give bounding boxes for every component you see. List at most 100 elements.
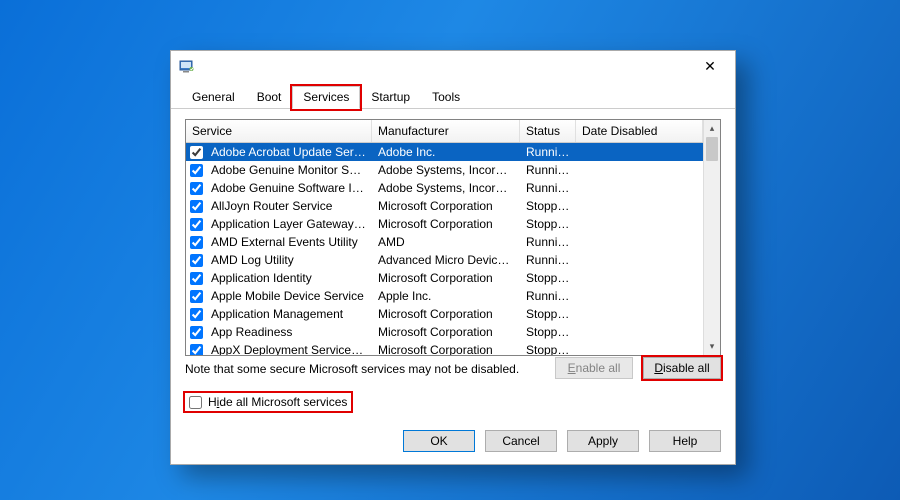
service-name: Application Identity xyxy=(205,270,318,286)
tab-bar: General Boot Services Startup Tools xyxy=(171,81,735,109)
row-checkbox[interactable] xyxy=(190,236,203,249)
table-row[interactable]: AMD External Events Utility AMDRunning xyxy=(186,233,703,251)
service-name: Adobe Genuine Monitor Service xyxy=(205,162,372,178)
row-checkbox[interactable] xyxy=(190,200,203,213)
table-row[interactable]: AppX Deployment Service (AppX...Microsof… xyxy=(186,341,703,355)
close-button[interactable]: ✕ xyxy=(695,58,725,75)
date-disabled-cell xyxy=(576,205,703,207)
row-checkbox[interactable] xyxy=(190,146,203,159)
services-listview[interactable]: Service Manufacturer Status Date Disable… xyxy=(185,119,721,356)
hide-microsoft-checkbox-label[interactable]: Hide all Microsoft services xyxy=(185,393,351,411)
date-disabled-cell xyxy=(576,259,703,261)
manufacturer-cell: AMD xyxy=(372,234,520,250)
row-checkbox[interactable] xyxy=(190,308,203,321)
tab-services[interactable]: Services xyxy=(292,86,360,109)
desktop-background: ✕ General Boot Services Startup Tools Se… xyxy=(0,0,900,500)
row-checkbox[interactable] xyxy=(190,218,203,231)
row-checkbox[interactable] xyxy=(190,254,203,267)
service-name: Application Layer Gateway Service xyxy=(205,216,372,232)
scroll-down-icon[interactable]: ▾ xyxy=(704,338,720,355)
table-row[interactable]: Apple Mobile Device ServiceApple Inc.Run… xyxy=(186,287,703,305)
status-cell: Running xyxy=(520,162,576,178)
table-row[interactable]: AllJoyn Router Service Microsoft Corporat… xyxy=(186,197,703,215)
status-cell: Running xyxy=(520,144,576,160)
scroll-thumb[interactable] xyxy=(706,137,718,161)
enable-all-button: Enable all xyxy=(555,357,633,379)
tab-boot[interactable]: Boot xyxy=(246,86,293,109)
row-checkbox[interactable] xyxy=(190,182,203,195)
service-name: Application Management xyxy=(205,306,349,322)
manufacturer-cell: Microsoft Corporation xyxy=(372,198,520,214)
table-row[interactable]: Adobe Acrobat Update ServiceAdobe Inc.Ru… xyxy=(186,143,703,161)
manufacturer-cell: Adobe Inc. xyxy=(372,144,520,160)
table-row[interactable]: Application Identity Microsoft Corporatio… xyxy=(186,269,703,287)
table-row[interactable]: Adobe Genuine Software Integri...Adobe S… xyxy=(186,179,703,197)
table-row[interactable]: AMD Log Utility Advanced Micro Devices, I… xyxy=(186,251,703,269)
vertical-scrollbar[interactable]: ▴ ▾ xyxy=(703,120,720,355)
ok-button[interactable]: OK xyxy=(403,430,475,452)
status-cell: Stopped xyxy=(520,198,576,214)
table-row[interactable]: Application Management Microsoft Corporat… xyxy=(186,305,703,323)
table-row[interactable]: Adobe Genuine Monitor ServiceAdobe Syste… xyxy=(186,161,703,179)
row-checkbox[interactable] xyxy=(190,272,203,285)
dialog-footer: OK Cancel Apply Help xyxy=(171,422,735,464)
service-name: Adobe Genuine Software Integri... xyxy=(205,180,372,196)
service-name: Adobe Acrobat Update Service xyxy=(205,144,372,160)
date-disabled-cell xyxy=(576,313,703,315)
status-cell: Running xyxy=(520,234,576,250)
date-disabled-cell xyxy=(576,277,703,279)
date-disabled-cell xyxy=(576,187,703,189)
manufacturer-cell: Adobe Systems, Incorpora... xyxy=(372,162,520,178)
col-status[interactable]: Status xyxy=(520,120,576,142)
date-disabled-cell xyxy=(576,295,703,297)
service-name: Apple Mobile Device Service xyxy=(205,288,370,304)
date-disabled-cell xyxy=(576,223,703,225)
row-checkbox[interactable] xyxy=(190,164,203,177)
status-cell: Stopped xyxy=(520,342,576,355)
hide-microsoft-label: Hide all Microsoft services xyxy=(208,395,347,409)
manufacturer-cell: Microsoft Corporation xyxy=(372,324,520,340)
status-cell: Stopped xyxy=(520,216,576,232)
col-manufacturer[interactable]: Manufacturer xyxy=(372,120,520,142)
row-checkbox[interactable] xyxy=(190,326,203,339)
service-name: AMD External Events Utility xyxy=(205,234,364,250)
date-disabled-cell xyxy=(576,241,703,243)
hide-microsoft-checkbox[interactable] xyxy=(189,396,202,409)
date-disabled-cell xyxy=(576,349,703,351)
tab-tools[interactable]: Tools xyxy=(421,86,471,109)
scroll-up-icon[interactable]: ▴ xyxy=(704,120,720,137)
table-row[interactable]: Application Layer Gateway ServiceMicroso… xyxy=(186,215,703,233)
manufacturer-cell: Adobe Systems, Incorpora... xyxy=(372,180,520,196)
help-button[interactable]: Help xyxy=(649,430,721,452)
date-disabled-cell xyxy=(576,169,703,171)
apply-button[interactable]: Apply xyxy=(567,430,639,452)
disable-all-button[interactable]: Disable all xyxy=(643,357,721,379)
row-checkbox[interactable] xyxy=(190,344,203,356)
tab-startup[interactable]: Startup xyxy=(360,86,421,109)
manufacturer-cell: Microsoft Corporation xyxy=(372,306,520,322)
col-service[interactable]: Service xyxy=(186,120,372,142)
status-cell: Stopped xyxy=(520,324,576,340)
manufacturer-cell: Microsoft Corporation xyxy=(372,342,520,355)
status-cell: Stopped xyxy=(520,270,576,286)
col-date-disabled[interactable]: Date Disabled xyxy=(576,120,703,142)
date-disabled-cell xyxy=(576,151,703,153)
status-cell: Running xyxy=(520,288,576,304)
service-name: App Readiness xyxy=(205,324,298,340)
status-cell: Stopped xyxy=(520,306,576,322)
manufacturer-cell: Apple Inc. xyxy=(372,288,520,304)
manufacturer-cell: Advanced Micro Devices, I... xyxy=(372,252,520,268)
manufacturer-cell: Microsoft Corporation xyxy=(372,270,520,286)
date-disabled-cell xyxy=(576,331,703,333)
column-headers[interactable]: Service Manufacturer Status Date Disable… xyxy=(186,120,703,143)
table-row[interactable]: App Readiness Microsoft CorporationStoppe… xyxy=(186,323,703,341)
manufacturer-cell: Microsoft Corporation xyxy=(372,216,520,232)
service-name: AMD Log Utility xyxy=(205,252,300,268)
service-name: AllJoyn Router Service xyxy=(205,198,338,214)
tab-general[interactable]: General xyxy=(181,86,246,109)
services-tab-page: Service Manufacturer Status Date Disable… xyxy=(171,109,735,422)
row-checkbox[interactable] xyxy=(190,290,203,303)
titlebar: ✕ xyxy=(171,51,735,81)
status-cell: Running xyxy=(520,180,576,196)
cancel-button[interactable]: Cancel xyxy=(485,430,557,452)
